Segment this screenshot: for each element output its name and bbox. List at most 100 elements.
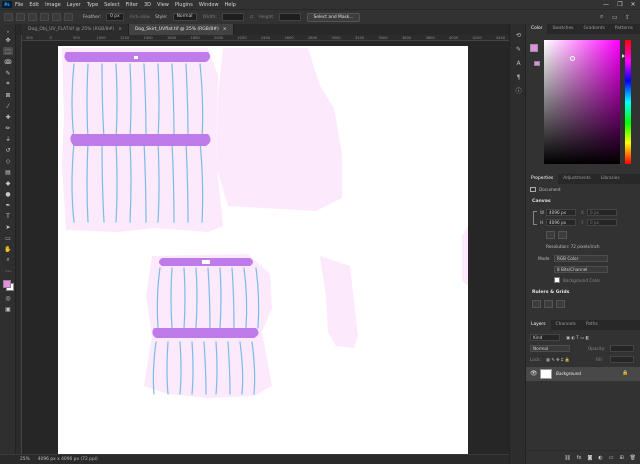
fx-icon[interactable]: fx — [577, 455, 582, 461]
hue-slider[interactable] — [625, 40, 631, 164]
height-input[interactable] — [279, 13, 302, 21]
link-dimensions-icon[interactable] — [533, 211, 537, 225]
eraser-tool-icon[interactable]: ◇ — [3, 157, 13, 165]
close-tab-icon[interactable]: × — [223, 24, 227, 35]
bit-depth-select[interactable]: 8 Bits/Channel — [554, 266, 608, 273]
canvas-area[interactable] — [22, 41, 509, 454]
fill-input[interactable] — [610, 356, 634, 363]
menu-window[interactable]: Window — [199, 2, 219, 8]
quick-selection-tool-icon[interactable]: ✎ — [3, 69, 13, 77]
tab-patterns[interactable]: Patterns — [610, 24, 638, 34]
background-color-chip[interactable] — [554, 277, 560, 283]
select-and-mask-button[interactable]: Select and Mask... — [307, 12, 360, 22]
paragraph-panel-icon[interactable]: ¶ — [514, 74, 523, 82]
layer-row[interactable]: 👁 Background 🔒 — [526, 367, 640, 381]
grid-toggle-button[interactable] — [544, 300, 553, 308]
landscape-orientation-button[interactable] — [558, 231, 567, 239]
swap-icon[interactable]: ⇄ — [250, 15, 254, 20]
rulers-toggle-button[interactable] — [532, 300, 541, 308]
tab-color[interactable]: Color — [526, 24, 548, 34]
menu-view[interactable]: View — [157, 2, 169, 8]
out-of-gamut-swatch[interactable] — [534, 61, 540, 66]
portrait-orientation-button[interactable] — [546, 231, 555, 239]
eye-icon[interactable]: 👁 — [530, 370, 538, 377]
history-panel-icon[interactable]: ⟲ — [514, 32, 523, 40]
close-tab-icon[interactable]: × — [118, 24, 122, 35]
delete-layer-icon[interactable]: 🗑 — [630, 455, 636, 461]
subtract-selection-icon[interactable] — [52, 13, 61, 21]
intersect-selection-icon[interactable] — [64, 13, 73, 21]
close-window-button[interactable]: ✕ — [627, 0, 639, 9]
menu-help[interactable]: Help — [225, 2, 236, 8]
dodge-tool-icon[interactable]: ● — [3, 190, 13, 198]
marquee-preset-icon[interactable] — [16, 13, 25, 21]
path-selection-tool-icon[interactable]: ➤ — [3, 223, 13, 231]
menu-layer[interactable]: Layer — [67, 2, 81, 8]
color-field[interactable] — [544, 40, 620, 164]
move-tool-icon[interactable]: ✥ — [3, 36, 13, 44]
layer-name[interactable]: Background — [556, 371, 581, 376]
guides-toggle-button[interactable] — [556, 300, 565, 308]
canvas-x-input[interactable]: 0 px — [587, 209, 617, 216]
hue-slider-handle[interactable] — [622, 54, 625, 58]
new-group-icon[interactable]: ▭ — [609, 455, 614, 461]
color-panel-foreground-swatch[interactable] — [530, 44, 538, 52]
photoshop-logo[interactable]: Ps — [2, 1, 12, 8]
minimize-button[interactable]: — — [600, 0, 612, 9]
zoom-tool-icon[interactable]: ⌕ — [3, 256, 13, 264]
style-select[interactable]: Normal — [172, 13, 197, 21]
adjustment-layer-icon[interactable]: ◐ — [598, 455, 602, 461]
tab-dog-obj-uv-flat[interactable]: Dog_Obj_UV_FLAT.tif @ 25% (RGB/8#) × — [22, 24, 129, 35]
workspace-icon[interactable]: ▭ — [612, 14, 618, 21]
lasso-tool-icon[interactable]: ↂ — [3, 58, 13, 66]
menu-image[interactable]: Image — [45, 2, 61, 8]
tab-libraries[interactable]: Libraries — [596, 174, 625, 184]
canvas-y-input[interactable]: 0 px — [587, 219, 617, 226]
rectangular-marquee-tool-icon[interactable]: ⬚ — [3, 47, 13, 55]
maximize-button[interactable]: ❐ — [614, 0, 626, 9]
canvas-height-input[interactable]: 4096 px — [546, 219, 576, 226]
canvas-width-input[interactable]: 4096 px — [546, 209, 576, 216]
layer-filter-kind[interactable]: Kind — [530, 334, 560, 341]
gradient-tool-icon[interactable]: ▤ — [3, 168, 13, 176]
menu-type[interactable]: Type — [87, 2, 98, 8]
spot-healing-tool-icon[interactable]: ✚ — [3, 113, 13, 121]
add-mask-icon[interactable]: ◙ — [587, 455, 592, 461]
menu-3d[interactable]: 3D — [144, 2, 151, 8]
tab-swatches[interactable]: Swatches — [547, 24, 578, 34]
zoom-level[interactable]: 25% — [20, 457, 30, 462]
color-picker-handle[interactable] — [570, 56, 575, 61]
rectangle-tool-icon[interactable]: ▭ — [3, 234, 13, 242]
lock-icons[interactable]: ▦ ✎ ✥ ⌗ 🔒 — [546, 357, 570, 363]
width-input[interactable] — [221, 13, 244, 21]
brush-tool-icon[interactable]: ✏ — [3, 124, 13, 132]
home-icon[interactable] — [4, 13, 13, 21]
tab-properties[interactable]: Properties — [526, 174, 559, 184]
screen-mode-icon[interactable]: ▣ — [3, 305, 13, 313]
more-tools-icon[interactable]: ⋯ — [3, 267, 13, 275]
tab-gradients[interactable]: Gradients — [578, 24, 609, 34]
type-tool-icon[interactable]: T — [3, 212, 13, 220]
brush-panel-icon[interactable]: ✎ — [514, 46, 523, 54]
info-panel-icon[interactable]: ⓘ — [514, 88, 523, 96]
hand-tool-icon[interactable]: ✋ — [3, 245, 13, 253]
color-mode-select[interactable]: RGB Color — [554, 255, 608, 262]
frame-tool-icon[interactable]: ⊠ — [3, 91, 13, 99]
menu-edit[interactable]: Edit — [29, 2, 39, 8]
add-selection-icon[interactable] — [40, 13, 49, 21]
tab-adjustments[interactable]: Adjustments — [558, 174, 596, 184]
toolbar-collapse-icon[interactable]: » — [3, 27, 13, 35]
search-icon[interactable]: ⌕ — [600, 13, 603, 21]
eyedropper-tool-icon[interactable]: ⁄ — [3, 102, 13, 110]
share-icon[interactable]: ⇪ — [625, 14, 630, 21]
menu-filter[interactable]: Filter — [126, 2, 138, 8]
feather-input[interactable]: 0 px — [106, 13, 124, 21]
history-brush-tool-icon[interactable]: ↺ — [3, 146, 13, 154]
opacity-input[interactable] — [610, 345, 634, 352]
antialias-checkbox[interactable]: Anti-alias — [130, 15, 150, 20]
layer-filter-icons[interactable]: ▣ ◐ T ▭ ◧ — [566, 335, 589, 340]
quick-mask-icon[interactable]: ◎ — [3, 294, 13, 302]
new-layer-icon[interactable]: ⊞ — [619, 455, 623, 461]
new-selection-icon[interactable] — [28, 13, 37, 21]
menu-plugins[interactable]: Plugins — [175, 2, 193, 8]
